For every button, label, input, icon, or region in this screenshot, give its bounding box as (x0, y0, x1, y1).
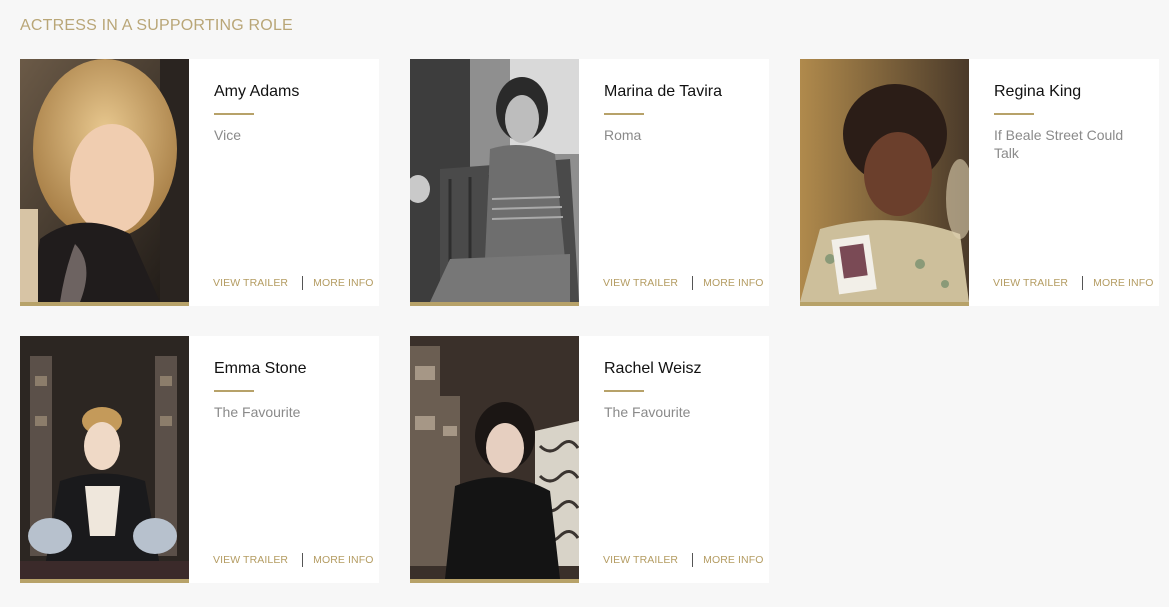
card-links: VIEW TRAILER MORE INFO (603, 553, 764, 567)
nominee-info: Emma Stone The Favourite VIEW TRAILER MO… (189, 336, 379, 583)
name-divider (994, 113, 1034, 115)
nominee-card: Amy Adams Vice VIEW TRAILER MORE INFO (20, 59, 379, 306)
more-info-link[interactable]: MORE INFO (313, 554, 373, 566)
photo-accent-bar (410, 579, 579, 583)
photo-accent-bar (20, 302, 189, 306)
nominee-name[interactable]: Emma Stone (214, 358, 365, 380)
nominee-info: Rachel Weisz The Favourite VIEW TRAILER … (579, 336, 769, 583)
film-title: The Favourite (604, 404, 691, 420)
more-info-link[interactable]: MORE INFO (703, 554, 763, 566)
nominee-card: Marina de Tavira Roma VIEW TRAILER MORE … (410, 59, 769, 306)
view-trailer-link[interactable]: VIEW TRAILER (213, 277, 288, 289)
more-info-link[interactable]: MORE INFO (1093, 277, 1153, 289)
film-title: Vice (214, 127, 241, 143)
category-title: ACTRESS IN A SUPPORTING ROLE (20, 17, 293, 34)
name-divider (214, 390, 254, 392)
nominee-card: Regina King If Beale Street Could Talk V… (800, 59, 1159, 306)
view-trailer-link[interactable]: VIEW TRAILER (213, 554, 288, 566)
nominee-grid: Amy Adams Vice VIEW TRAILER MORE INFO Ma… (20, 59, 1159, 583)
card-links: VIEW TRAILER MORE INFO (603, 276, 764, 290)
film-title: If Beale Street Could Talk (994, 127, 1124, 161)
view-trailer-link[interactable]: VIEW TRAILER (603, 277, 678, 289)
photo-accent-bar (20, 579, 189, 583)
nominee-photo[interactable] (410, 336, 579, 583)
more-info-link[interactable]: MORE INFO (703, 277, 763, 289)
nominee-name[interactable]: Regina King (994, 81, 1145, 103)
nominee-name[interactable]: Marina de Tavira (604, 81, 755, 103)
link-separator (692, 553, 694, 567)
nominee-info: Regina King If Beale Street Could Talk V… (969, 59, 1159, 306)
link-separator (1082, 276, 1084, 290)
nominee-info: Marina de Tavira Roma VIEW TRAILER MORE … (579, 59, 769, 306)
link-separator (302, 553, 304, 567)
link-separator (692, 276, 694, 290)
view-trailer-link[interactable]: VIEW TRAILER (603, 554, 678, 566)
nominee-photo[interactable] (20, 59, 189, 306)
nominee-card: Emma Stone The Favourite VIEW TRAILER MO… (20, 336, 379, 583)
name-divider (604, 113, 644, 115)
more-info-link[interactable]: MORE INFO (313, 277, 373, 289)
card-links: VIEW TRAILER MORE INFO (993, 276, 1154, 290)
nominee-photo[interactable] (20, 336, 189, 583)
card-links: VIEW TRAILER MORE INFO (213, 276, 374, 290)
nominee-card: Rachel Weisz The Favourite VIEW TRAILER … (410, 336, 769, 583)
name-divider (604, 390, 644, 392)
photo-accent-bar (410, 302, 579, 306)
nominee-name[interactable]: Amy Adams (214, 81, 365, 103)
name-divider (214, 113, 254, 115)
view-trailer-link[interactable]: VIEW TRAILER (993, 277, 1068, 289)
nominee-info: Amy Adams Vice VIEW TRAILER MORE INFO (189, 59, 379, 306)
nominee-photo[interactable] (410, 59, 579, 306)
card-links: VIEW TRAILER MORE INFO (213, 553, 374, 567)
film-title: Roma (604, 127, 642, 143)
nominee-name[interactable]: Rachel Weisz (604, 358, 755, 380)
link-separator (302, 276, 304, 290)
film-title: The Favourite (214, 404, 301, 420)
photo-accent-bar (800, 302, 969, 306)
nominee-photo[interactable] (800, 59, 969, 306)
